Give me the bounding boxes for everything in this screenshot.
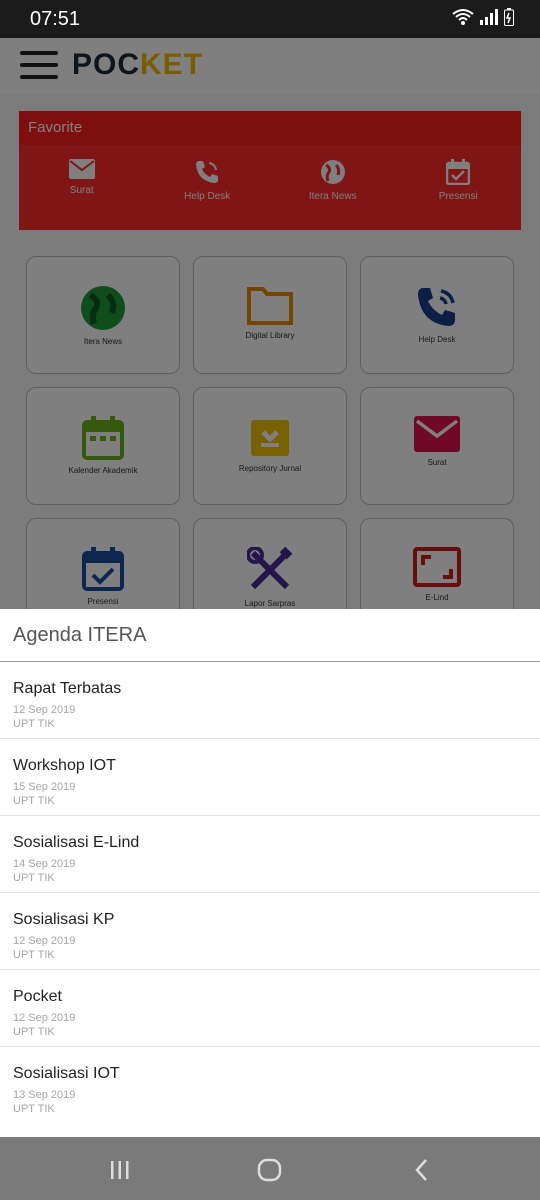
agenda-item-org: UPT TIK	[13, 872, 55, 884]
system-nav-bar	[0, 1137, 540, 1200]
agenda-item[interactable]: Sosialisasi KP 12 Sep 2019 UPT TIK	[0, 893, 540, 970]
agenda-item-date: 14 Sep 2019	[13, 858, 76, 870]
wifi-icon	[452, 9, 474, 25]
agenda-item-title: Rapat Terbatas	[13, 680, 122, 697]
agenda-item-org: UPT TIK	[13, 795, 55, 807]
agenda-item-date: 12 Sep 2019	[13, 1012, 76, 1024]
home-icon[interactable]	[255, 1155, 285, 1185]
agenda-item-org: UPT TIK	[13, 718, 55, 730]
status-icons	[452, 8, 514, 26]
agenda-item-title: Sosialisasi E-Lind	[13, 834, 140, 851]
back-icon[interactable]	[407, 1155, 437, 1185]
agenda-item-date: 12 Sep 2019	[13, 935, 76, 947]
agenda-item[interactable]: Sosialisasi IOT 13 Sep 2019 UPT TIK	[0, 1047, 540, 1123]
agenda-item-date: 12 Sep 2019	[13, 704, 76, 716]
signal-icon	[480, 9, 498, 25]
agenda-item-title: Sosialisasi IOT	[13, 1065, 120, 1082]
battery-icon	[504, 8, 514, 26]
agenda-item[interactable]: Workshop IOT 15 Sep 2019 UPT TIK	[0, 739, 540, 816]
agenda-item-title: Workshop IOT	[13, 757, 116, 774]
agenda-item-title: Sosialisasi KP	[13, 911, 115, 928]
agenda-item-date: 15 Sep 2019	[13, 781, 76, 793]
recents-icon[interactable]	[105, 1155, 135, 1185]
agenda-item[interactable]: Sosialisasi E-Lind 14 Sep 2019 UPT TIK	[0, 816, 540, 893]
agenda-item-date: 13 Sep 2019	[13, 1089, 76, 1101]
agenda-title: Agenda ITERA	[0, 609, 540, 662]
agenda-item-org: UPT TIK	[13, 949, 55, 961]
agenda-item[interactable]: Pocket 12 Sep 2019 UPT TIK	[0, 970, 540, 1047]
status-bar: 07:51	[0, 0, 540, 38]
status-time: 07:51	[30, 8, 81, 30]
agenda-bottom-sheet: Agenda ITERA Rapat Terbatas 12 Sep 2019 …	[0, 609, 540, 1137]
agenda-item-title: Pocket	[13, 988, 62, 1005]
agenda-item-org: UPT TIK	[13, 1026, 55, 1038]
agenda-item[interactable]: Rapat Terbatas 12 Sep 2019 UPT TIK	[0, 662, 540, 739]
agenda-item-org: UPT TIK	[13, 1103, 55, 1115]
